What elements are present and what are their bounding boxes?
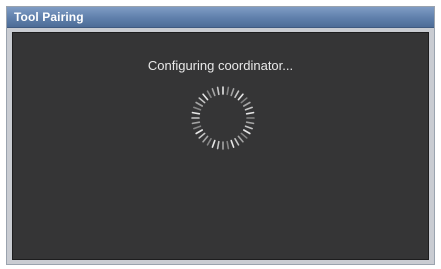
spinner-segment (193, 106, 202, 111)
spinner-segment (234, 90, 240, 99)
loading-spinner-icon (191, 86, 255, 150)
spinner-segment (230, 139, 235, 148)
spinner-segment (198, 132, 206, 139)
spinner-segment (206, 90, 212, 99)
spinner-segment (211, 88, 216, 97)
spinner-segment (234, 137, 240, 146)
spinner-segment (240, 132, 248, 139)
spinner-segment (216, 140, 220, 150)
dialog-titlebar[interactable]: Tool Pairing (7, 7, 434, 28)
status-message: Configuring coordinator... (147, 58, 294, 73)
spinner-segment (211, 139, 216, 148)
spinner-segment (244, 106, 253, 111)
spinner-segment (193, 125, 202, 130)
spinner-segment (245, 121, 255, 125)
spinner-segment (198, 97, 206, 104)
spinner-segment (195, 129, 204, 135)
tool-pairing-dialog: Tool Pairing Configuring coordinator... (6, 6, 435, 265)
spinner-segment (242, 129, 251, 135)
spinner-segment (202, 135, 209, 143)
spinner-segment (230, 88, 235, 97)
spinner-segment (226, 140, 230, 150)
dialog-title: Tool Pairing (14, 10, 84, 24)
spinner-segment (202, 93, 209, 101)
spinner-segment (226, 86, 230, 96)
spinner-segment (191, 121, 201, 125)
spinner-segment (245, 111, 255, 115)
spinner-segment (237, 93, 244, 101)
spinner-segment (237, 135, 244, 143)
spinner-segment (216, 86, 220, 96)
spinner-segment (244, 125, 253, 130)
spinner-segment (206, 137, 212, 146)
spinner-segment (242, 101, 251, 107)
spinner-segment (195, 101, 204, 107)
dialog-content: Configuring coordinator... (12, 32, 429, 260)
spinner-segment (191, 111, 201, 115)
spinner-segment (240, 97, 248, 104)
